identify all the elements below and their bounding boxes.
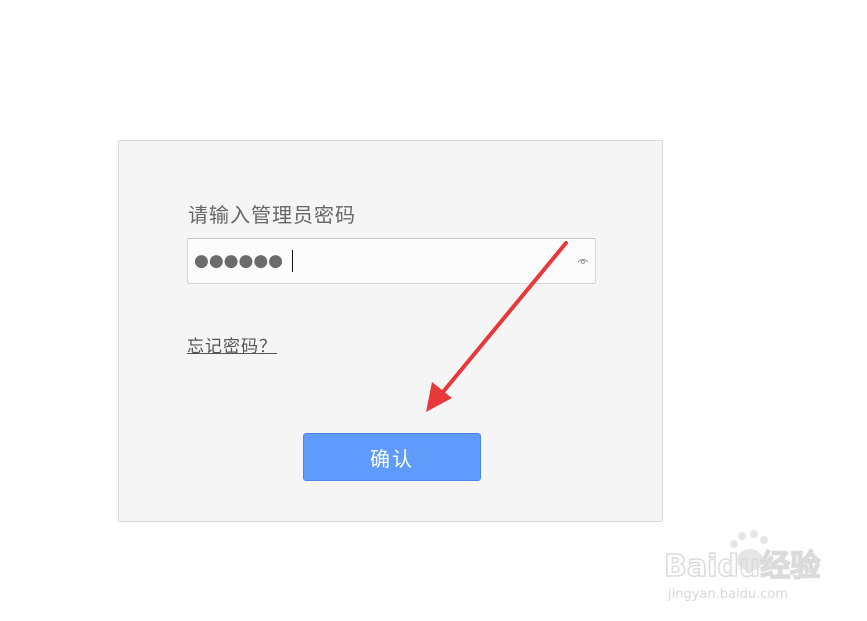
login-panel: 请输入管理员密码 ●●●●●● 忘记密码？ 确认 xyxy=(118,140,663,522)
eye-icon[interactable] xyxy=(577,255,589,267)
text-caret xyxy=(292,250,293,272)
page: 请输入管理员密码 ●●●●●● 忘记密码？ 确认 Baidu经验 jingyan… xyxy=(0,0,867,621)
watermark-url: jingyan.baidu.com xyxy=(667,587,788,602)
password-prompt: 请输入管理员密码 xyxy=(188,203,356,227)
confirm-button[interactable]: 确认 xyxy=(303,433,481,481)
watermark-brand: Baidu经验 xyxy=(664,549,820,584)
password-mask: ●●●●●● xyxy=(194,251,284,271)
baidu-watermark: Baidu经验 jingyan.baidu.com xyxy=(664,530,821,602)
password-input[interactable]: ●●●●●● xyxy=(187,238,596,284)
forgot-password-link[interactable]: 忘记密码？ xyxy=(187,332,277,357)
